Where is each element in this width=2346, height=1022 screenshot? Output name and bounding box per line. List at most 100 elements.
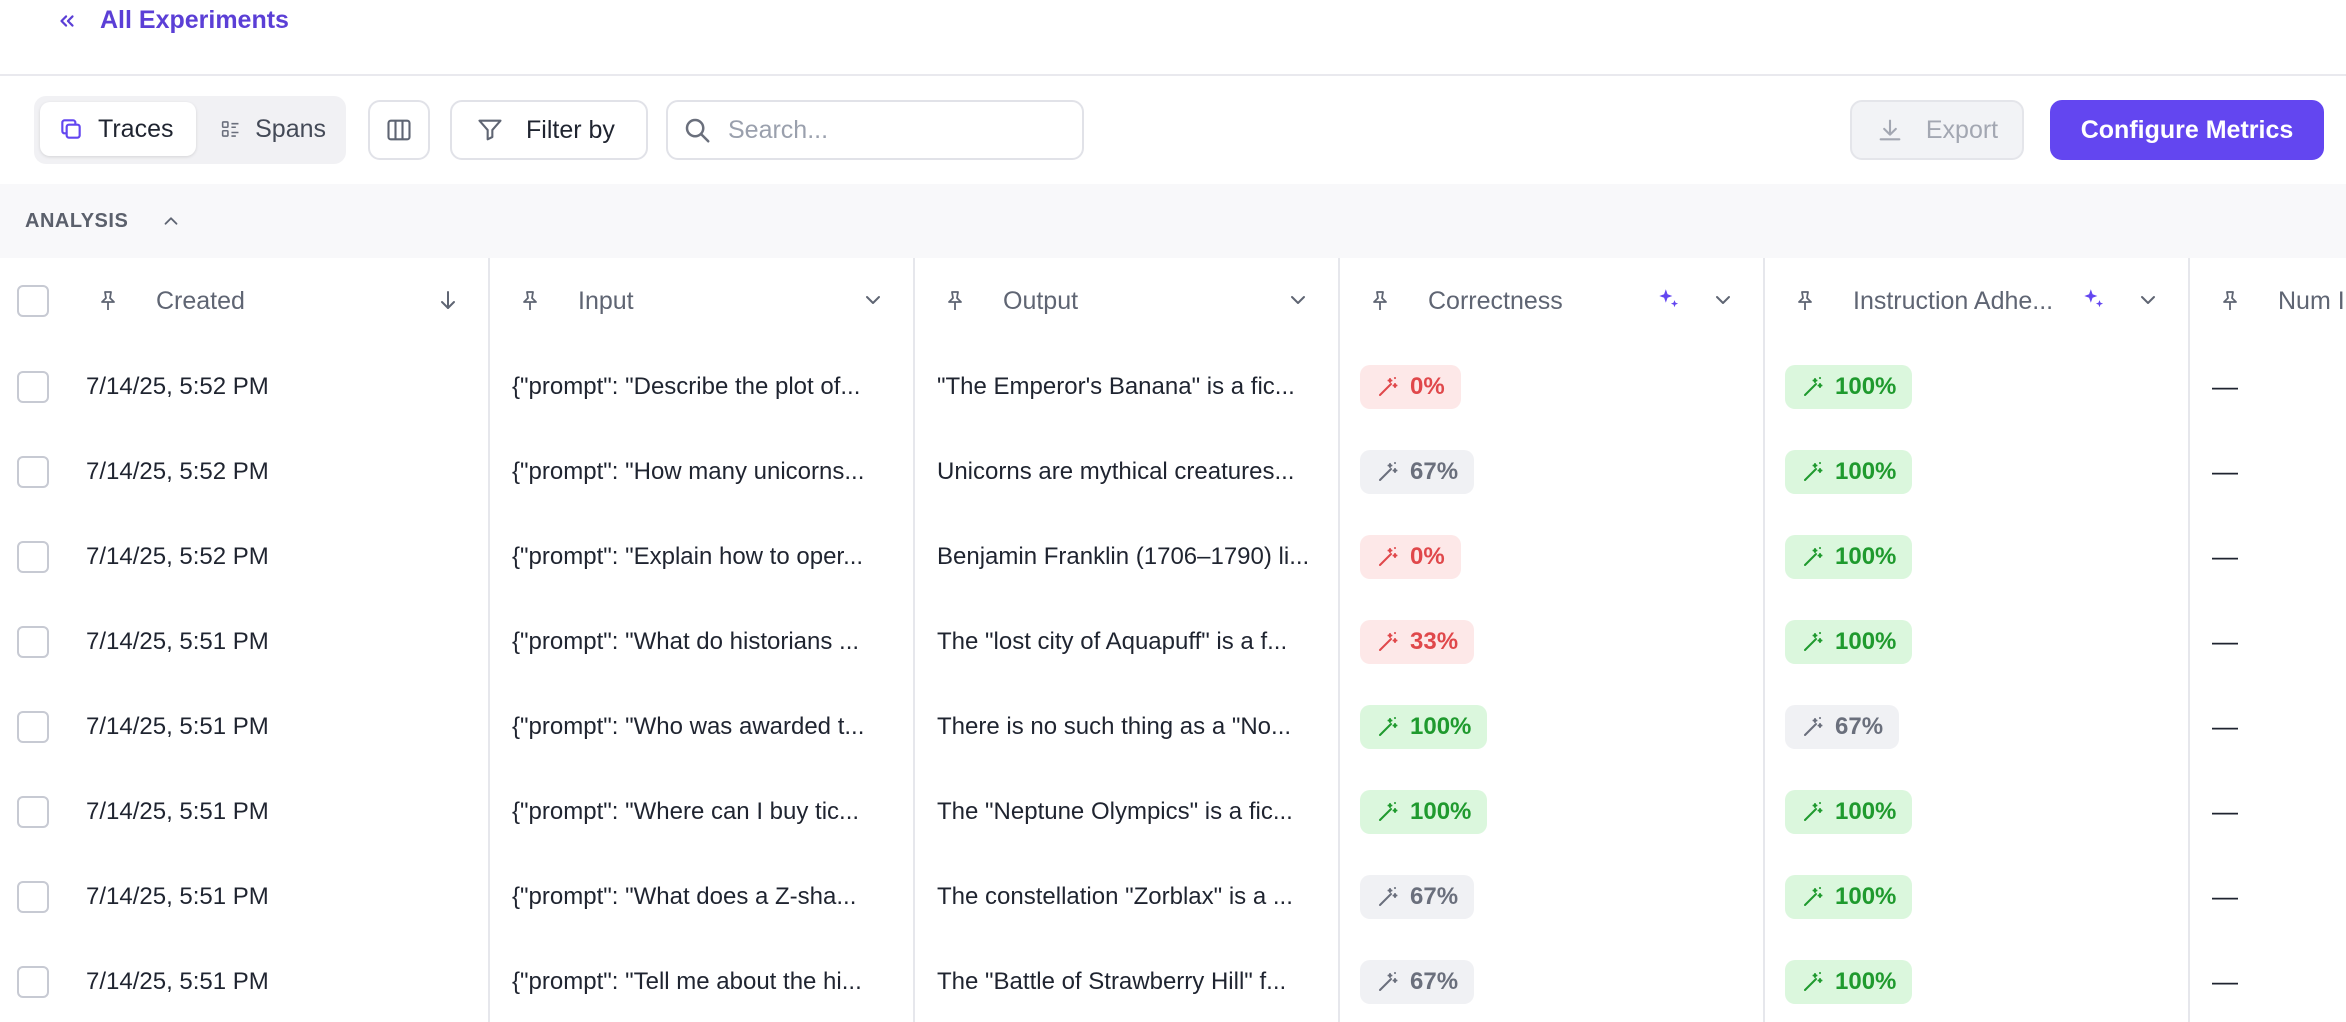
table-row[interactable]: 7/14/25, 5:51 PM {"prompt": "What does a … — [0, 854, 2346, 941]
pin-icon[interactable] — [1368, 289, 1392, 313]
header-output[interactable]: Output — [915, 258, 1340, 344]
cell-instruction-adherence[interactable]: 100% — [1765, 599, 2190, 684]
correctness-badge[interactable]: 67% — [1360, 874, 1475, 919]
correctness-badge[interactable]: 33% — [1360, 619, 1475, 664]
correctness-badge[interactable]: 100% — [1360, 704, 1488, 749]
created-text: 7/14/25, 5:51 PM — [86, 712, 269, 740]
cell-instruction-adherence[interactable]: 100% — [1765, 429, 2190, 514]
header-correctness[interactable]: Correctness — [1340, 258, 1765, 344]
row-checkbox[interactable] — [17, 795, 49, 828]
instruction-badge[interactable]: 100% — [1785, 619, 1913, 664]
chevron-down-icon[interactable] — [861, 288, 885, 312]
table-row[interactable]: 7/14/25, 5:52 PM {"prompt": "Describe the… — [0, 344, 2346, 431]
magic-wand-icon — [1379, 801, 1398, 821]
cell-output[interactable]: The "Neptune Olympics" is a fic... — [915, 769, 1340, 854]
cell-output[interactable]: "The Emperor's Banana" is a fic... — [915, 344, 1340, 429]
cell-input[interactable]: {"prompt": "Where can I buy tic... — [490, 769, 915, 854]
instruction-badge[interactable]: 100% — [1785, 449, 1913, 494]
row-checkbox[interactable] — [17, 710, 49, 743]
search-input[interactable]: Search... — [728, 116, 828, 145]
table-row[interactable]: 7/14/25, 5:51 PM {"prompt": "Where can I … — [0, 769, 2346, 856]
cell-correctness[interactable]: 67% — [1340, 854, 1765, 939]
cell-correctness[interactable]: 33% — [1340, 599, 1765, 684]
cell-num: — — [2190, 599, 2346, 684]
header-num[interactable]: Num In — [2190, 258, 2346, 344]
cell-correctness[interactable]: 100% — [1340, 684, 1765, 769]
pin-icon[interactable] — [2218, 289, 2242, 313]
search-box[interactable]: Search... — [666, 100, 1084, 160]
instruction-badge[interactable]: 100% — [1785, 364, 1913, 409]
sort-down-icon[interactable] — [436, 288, 460, 312]
header-created[interactable]: Created — [68, 258, 490, 344]
correctness-badge[interactable]: 0% — [1360, 364, 1461, 409]
chevron-down-icon[interactable] — [1711, 288, 1735, 312]
sparkles-icon[interactable] — [1655, 286, 1681, 312]
cell-input[interactable]: {"prompt": "Tell me about the hi... — [490, 939, 915, 1022]
cell-instruction-adherence[interactable]: 100% — [1765, 939, 2190, 1022]
cell-input[interactable]: {"prompt": "What do historians ... — [490, 599, 915, 684]
cell-instruction-adherence[interactable]: 100% — [1765, 344, 2190, 429]
cell-output[interactable]: The "Battle of Strawberry Hill" f... — [915, 939, 1340, 1022]
cell-instruction-adherence[interactable]: 100% — [1765, 854, 2190, 939]
instruction-badge[interactable]: 67% — [1785, 704, 1900, 749]
analysis-section-header[interactable]: ANALYSIS — [0, 184, 2346, 258]
columns-button[interactable] — [368, 100, 430, 160]
cell-correctness[interactable]: 67% — [1340, 429, 1765, 514]
cell-output[interactable]: The constellation "Zorblax" is a ... — [915, 854, 1340, 939]
cell-output[interactable]: Unicorns are mythical creatures... — [915, 429, 1340, 514]
row-select-cell — [0, 344, 68, 429]
row-checkbox[interactable] — [17, 540, 49, 573]
chevron-up-icon[interactable] — [160, 210, 182, 232]
select-all-checkbox[interactable] — [17, 285, 49, 317]
cell-input[interactable]: {"prompt": "Explain how to oper... — [490, 514, 915, 599]
cell-correctness[interactable]: 100% — [1340, 769, 1765, 854]
row-checkbox[interactable] — [17, 965, 49, 998]
row-checkbox[interactable] — [17, 625, 49, 658]
cell-correctness[interactable]: 0% — [1340, 514, 1765, 599]
chevron-down-icon[interactable] — [2136, 288, 2160, 312]
cell-instruction-adherence[interactable]: 67% — [1765, 684, 2190, 769]
cell-output[interactable]: The "lost city of Aquapuff" is a f... — [915, 599, 1340, 684]
instruction-badge[interactable]: 100% — [1785, 534, 1913, 579]
cell-instruction-adherence[interactable]: 100% — [1765, 769, 2190, 854]
row-checkbox[interactable] — [17, 880, 49, 913]
table-row[interactable]: 7/14/25, 5:52 PM {"prompt": "Explain how … — [0, 514, 2346, 601]
cell-input[interactable]: {"prompt": "How many unicorns... — [490, 429, 915, 514]
table-row[interactable]: 7/14/25, 5:52 PM {"prompt": "How many uni… — [0, 429, 2346, 516]
table-row[interactable]: 7/14/25, 5:51 PM {"prompt": "Tell me abou… — [0, 939, 2346, 1022]
tab-spans[interactable]: Spans — [202, 102, 344, 156]
cell-correctness[interactable]: 0% — [1340, 344, 1765, 429]
header-instruction-adherence[interactable]: Instruction Adhe... — [1765, 258, 2190, 344]
pin-icon[interactable] — [1793, 289, 1817, 313]
correctness-badge[interactable]: 67% — [1360, 959, 1475, 1004]
row-checkbox[interactable] — [17, 370, 49, 403]
cell-input[interactable]: {"prompt": "What does a Z-sha... — [490, 854, 915, 939]
configure-metrics-button[interactable]: Configure Metrics — [2050, 100, 2324, 160]
pin-icon[interactable] — [96, 289, 120, 313]
table-row[interactable]: 7/14/25, 5:51 PM {"prompt": "What do hist… — [0, 599, 2346, 686]
sparkles-icon[interactable] — [2080, 286, 2106, 312]
pin-icon[interactable] — [943, 289, 967, 313]
header-input[interactable]: Input — [490, 258, 915, 344]
chevron-down-icon[interactable] — [1286, 288, 1310, 312]
filter-button[interactable]: Filter by — [450, 100, 648, 160]
export-button[interactable]: Export — [1850, 100, 2024, 160]
correctness-badge[interactable]: 67% — [1360, 449, 1475, 494]
cell-instruction-adherence[interactable]: 100% — [1765, 514, 2190, 599]
columns-icon — [387, 119, 411, 141]
instruction-badge[interactable]: 100% — [1785, 874, 1913, 919]
table-row[interactable]: 7/14/25, 5:51 PM {"prompt": "Who was awar… — [0, 684, 2346, 771]
correctness-badge[interactable]: 100% — [1360, 789, 1488, 834]
instruction-badge[interactable]: 100% — [1785, 789, 1913, 834]
cell-output[interactable]: Benjamin Franklin (1706–1790) li... — [915, 514, 1340, 599]
row-checkbox[interactable] — [17, 455, 49, 488]
cell-output[interactable]: There is no such thing as a "No... — [915, 684, 1340, 769]
tab-traces[interactable]: Traces — [40, 102, 196, 156]
back-link[interactable]: All Experiments — [56, 6, 289, 35]
correctness-badge[interactable]: 0% — [1360, 534, 1461, 579]
pin-icon[interactable] — [518, 289, 542, 313]
cell-correctness[interactable]: 67% — [1340, 939, 1765, 1022]
instruction-badge[interactable]: 100% — [1785, 959, 1913, 1004]
cell-input[interactable]: {"prompt": "Describe the plot of... — [490, 344, 915, 429]
cell-input[interactable]: {"prompt": "Who was awarded t... — [490, 684, 915, 769]
